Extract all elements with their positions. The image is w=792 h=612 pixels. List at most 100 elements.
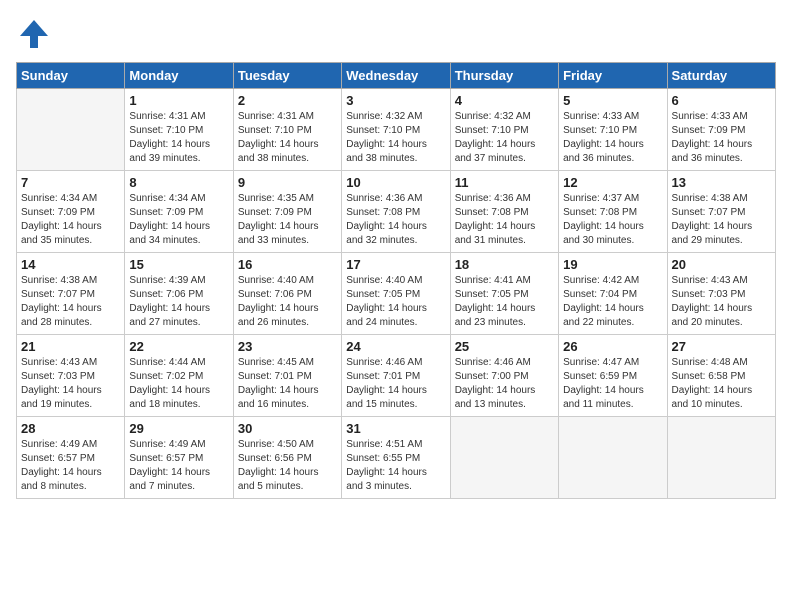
calendar-day-cell: 19 Sunrise: 4:42 AM Sunset: 7:04 PM Dayli… bbox=[559, 253, 667, 335]
calendar-day-cell: 24Sunrise: 4:46 AM Sunset: 7:01 PM Dayli… bbox=[342, 335, 450, 417]
day-info: Sunrise: 4:40 AM Sunset: 7:05 PM Dayligh… bbox=[346, 274, 445, 330]
day-number: 26 bbox=[563, 339, 662, 354]
calendar-day-cell: 9 Sunrise: 4:35 AM Sunset: 7:09 PM Daylig… bbox=[233, 171, 341, 253]
day-info: Sunrise: 4:43 AM Sunset: 7:03 PM Dayligh… bbox=[672, 274, 771, 330]
day-info: Sunrise: 4:36 AM Sunset: 7:08 PM Dayligh… bbox=[346, 192, 445, 248]
day-info: Sunrise: 4:44 AM Sunset: 7:02 PM Dayligh… bbox=[129, 356, 228, 412]
calendar-day-cell: 25Sunrise: 4:46 AM Sunset: 7:00 PM Dayli… bbox=[450, 335, 558, 417]
calendar-day-cell bbox=[450, 417, 558, 499]
calendar-day-cell: 6 Sunrise: 4:33 AM Sunset: 7:09 PM Daylig… bbox=[667, 89, 775, 171]
weekday-header: Saturday bbox=[667, 63, 775, 89]
day-number: 18 bbox=[455, 257, 554, 272]
day-info: Sunrise: 4:35 AM Sunset: 7:09 PM Dayligh… bbox=[238, 192, 337, 248]
day-info: Sunrise: 4:38 AM Sunset: 7:07 PM Dayligh… bbox=[21, 274, 120, 330]
calendar-day-cell: 30 Sunrise: 4:50 AM Sunset: 6:56 PM Dayli… bbox=[233, 417, 341, 499]
day-number: 29 bbox=[129, 421, 228, 436]
day-number: 19 bbox=[563, 257, 662, 272]
day-info: Sunrise: 4:36 AM Sunset: 7:08 PM Dayligh… bbox=[455, 192, 554, 248]
day-info: Sunrise: 4:50 AM Sunset: 6:56 PM Dayligh… bbox=[238, 438, 337, 494]
calendar-day-cell bbox=[17, 89, 125, 171]
day-info: Sunrise: 4:31 AM Sunset: 7:10 PM Dayligh… bbox=[129, 110, 228, 166]
calendar-day-cell: 1 Sunrise: 4:31 AM Sunset: 7:10 PM Daylig… bbox=[125, 89, 233, 171]
day-number: 21 bbox=[21, 339, 120, 354]
day-number: 9 bbox=[238, 175, 337, 190]
day-info: Sunrise: 4:48 AM Sunset: 6:58 PM Dayligh… bbox=[672, 356, 771, 412]
calendar-header-row: SundayMondayTuesdayWednesdayThursdayFrid… bbox=[17, 63, 776, 89]
day-info: Sunrise: 4:37 AM Sunset: 7:08 PM Dayligh… bbox=[563, 192, 662, 248]
day-number: 7 bbox=[21, 175, 120, 190]
calendar-day-cell: 23 Sunrise: 4:45 AM Sunset: 7:01 PM Dayli… bbox=[233, 335, 341, 417]
calendar-day-cell: 12 Sunrise: 4:37 AM Sunset: 7:08 PM Dayli… bbox=[559, 171, 667, 253]
day-info: Sunrise: 4:40 AM Sunset: 7:06 PM Dayligh… bbox=[238, 274, 337, 330]
calendar-day-cell: 11 Sunrise: 4:36 AM Sunset: 7:08 PM Dayli… bbox=[450, 171, 558, 253]
calendar-day-cell: 4Sunrise: 4:32 AM Sunset: 7:10 PM Daylig… bbox=[450, 89, 558, 171]
calendar-day-cell: 8Sunrise: 4:34 AM Sunset: 7:09 PM Daylig… bbox=[125, 171, 233, 253]
day-number: 14 bbox=[21, 257, 120, 272]
day-info: Sunrise: 4:33 AM Sunset: 7:10 PM Dayligh… bbox=[563, 110, 662, 166]
logo bbox=[16, 16, 56, 52]
day-info: Sunrise: 4:42 AM Sunset: 7:04 PM Dayligh… bbox=[563, 274, 662, 330]
day-number: 16 bbox=[238, 257, 337, 272]
calendar-day-cell: 16 Sunrise: 4:40 AM Sunset: 7:06 PM Dayli… bbox=[233, 253, 341, 335]
calendar-day-cell: 14 Sunrise: 4:38 AM Sunset: 7:07 PM Dayli… bbox=[17, 253, 125, 335]
day-number: 11 bbox=[455, 175, 554, 190]
day-info: Sunrise: 4:47 AM Sunset: 6:59 PM Dayligh… bbox=[563, 356, 662, 412]
day-info: Sunrise: 4:34 AM Sunset: 7:09 PM Dayligh… bbox=[129, 192, 228, 248]
calendar-day-cell: 31Sunrise: 4:51 AM Sunset: 6:55 PM Dayli… bbox=[342, 417, 450, 499]
calendar-week-row: 1 Sunrise: 4:31 AM Sunset: 7:10 PM Daylig… bbox=[17, 89, 776, 171]
day-number: 13 bbox=[672, 175, 771, 190]
calendar-day-cell: 20 Sunrise: 4:43 AM Sunset: 7:03 PM Dayli… bbox=[667, 253, 775, 335]
calendar-week-row: 7 Sunrise: 4:34 AM Sunset: 7:09 PM Daylig… bbox=[17, 171, 776, 253]
day-number: 2 bbox=[238, 93, 337, 108]
day-number: 28 bbox=[21, 421, 120, 436]
weekday-header: Wednesday bbox=[342, 63, 450, 89]
calendar-day-cell: 13Sunrise: 4:38 AM Sunset: 7:07 PM Dayli… bbox=[667, 171, 775, 253]
weekday-header: Tuesday bbox=[233, 63, 341, 89]
calendar-day-cell: 2 Sunrise: 4:31 AM Sunset: 7:10 PM Daylig… bbox=[233, 89, 341, 171]
day-info: Sunrise: 4:51 AM Sunset: 6:55 PM Dayligh… bbox=[346, 438, 445, 494]
weekday-header: Thursday bbox=[450, 63, 558, 89]
calendar-week-row: 28 Sunrise: 4:49 AM Sunset: 6:57 PM Dayli… bbox=[17, 417, 776, 499]
day-number: 6 bbox=[672, 93, 771, 108]
calendar-day-cell: 7 Sunrise: 4:34 AM Sunset: 7:09 PM Daylig… bbox=[17, 171, 125, 253]
calendar-day-cell: 3Sunrise: 4:32 AM Sunset: 7:10 PM Daylig… bbox=[342, 89, 450, 171]
calendar-day-cell: 5Sunrise: 4:33 AM Sunset: 7:10 PM Daylig… bbox=[559, 89, 667, 171]
calendar-day-cell: 18 Sunrise: 4:41 AM Sunset: 7:05 PM Dayli… bbox=[450, 253, 558, 335]
day-number: 3 bbox=[346, 93, 445, 108]
day-info: Sunrise: 4:34 AM Sunset: 7:09 PM Dayligh… bbox=[21, 192, 120, 248]
day-info: Sunrise: 4:32 AM Sunset: 7:10 PM Dayligh… bbox=[455, 110, 554, 166]
calendar-day-cell: 22 Sunrise: 4:44 AM Sunset: 7:02 PM Dayli… bbox=[125, 335, 233, 417]
calendar-table: SundayMondayTuesdayWednesdayThursdayFrid… bbox=[16, 62, 776, 499]
day-info: Sunrise: 4:49 AM Sunset: 6:57 PM Dayligh… bbox=[129, 438, 228, 494]
calendar-day-cell: 28Sunrise: 4:49 AM Sunset: 6:57 PM Dayli… bbox=[17, 417, 125, 499]
day-info: Sunrise: 4:43 AM Sunset: 7:03 PM Dayligh… bbox=[21, 356, 120, 412]
calendar-day-cell: 26 Sunrise: 4:47 AM Sunset: 6:59 PM Dayli… bbox=[559, 335, 667, 417]
calendar-week-row: 21 Sunrise: 4:43 AM Sunset: 7:03 PM Dayli… bbox=[17, 335, 776, 417]
calendar-day-cell: 29 Sunrise: 4:49 AM Sunset: 6:57 PM Dayli… bbox=[125, 417, 233, 499]
weekday-header: Monday bbox=[125, 63, 233, 89]
header bbox=[16, 16, 776, 52]
day-info: Sunrise: 4:41 AM Sunset: 7:05 PM Dayligh… bbox=[455, 274, 554, 330]
day-info: Sunrise: 4:46 AM Sunset: 7:01 PM Dayligh… bbox=[346, 356, 445, 412]
day-number: 17 bbox=[346, 257, 445, 272]
day-number: 15 bbox=[129, 257, 228, 272]
day-number: 10 bbox=[346, 175, 445, 190]
day-info: Sunrise: 4:31 AM Sunset: 7:10 PM Dayligh… bbox=[238, 110, 337, 166]
day-info: Sunrise: 4:39 AM Sunset: 7:06 PM Dayligh… bbox=[129, 274, 228, 330]
weekday-header: Friday bbox=[559, 63, 667, 89]
day-number: 23 bbox=[238, 339, 337, 354]
calendar-week-row: 14 Sunrise: 4:38 AM Sunset: 7:07 PM Dayli… bbox=[17, 253, 776, 335]
logo-icon bbox=[16, 16, 52, 52]
calendar-day-cell bbox=[559, 417, 667, 499]
day-number: 25 bbox=[455, 339, 554, 354]
day-number: 20 bbox=[672, 257, 771, 272]
day-number: 1 bbox=[129, 93, 228, 108]
day-number: 27 bbox=[672, 339, 771, 354]
day-number: 12 bbox=[563, 175, 662, 190]
calendar-day-cell: 27 Sunrise: 4:48 AM Sunset: 6:58 PM Dayli… bbox=[667, 335, 775, 417]
day-info: Sunrise: 4:45 AM Sunset: 7:01 PM Dayligh… bbox=[238, 356, 337, 412]
day-number: 22 bbox=[129, 339, 228, 354]
day-info: Sunrise: 4:33 AM Sunset: 7:09 PM Dayligh… bbox=[672, 110, 771, 166]
calendar-day-cell: 10 Sunrise: 4:36 AM Sunset: 7:08 PM Dayli… bbox=[342, 171, 450, 253]
day-number: 30 bbox=[238, 421, 337, 436]
